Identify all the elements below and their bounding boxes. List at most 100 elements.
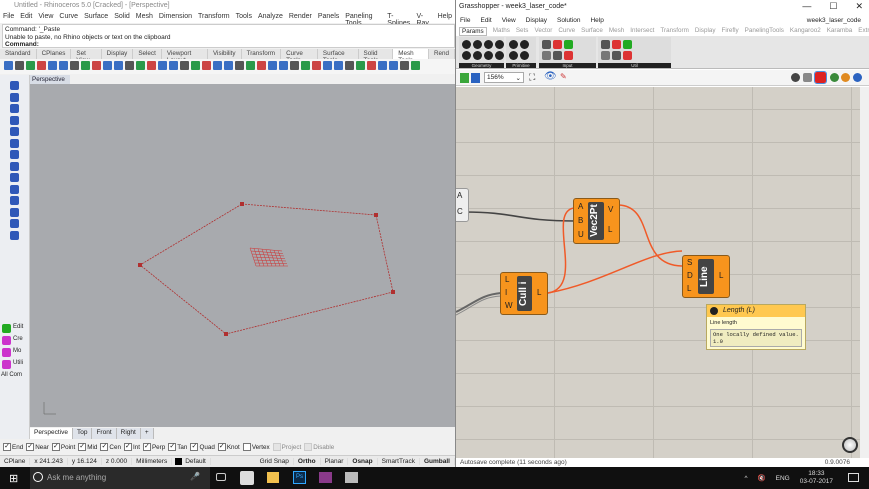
input-l[interactable]: L [505, 275, 509, 284]
side-command-0[interactable]: Edit [13, 324, 23, 330]
input-s[interactable]: S [687, 258, 692, 267]
line-component[interactable]: S D L Line L [682, 255, 730, 298]
mesh-tool-icon[interactable] [334, 61, 343, 70]
shape-tool-icon[interactable] [10, 230, 19, 240]
input-b[interactable]: B [578, 216, 583, 225]
side-command-4[interactable]: All Com [1, 372, 22, 378]
checkbox[interactable]: ✓ [217, 443, 226, 451]
mesh-tool-icon[interactable] [257, 61, 266, 70]
doc-name[interactable]: week3_laser_code [807, 17, 861, 24]
side-command-3[interactable]: Utili [13, 360, 23, 366]
layer-name[interactable]: Default [184, 458, 211, 465]
output-l[interactable]: L [719, 271, 723, 280]
osnap-near[interactable]: ✓ Near [26, 443, 49, 451]
param-icon[interactable] [564, 51, 573, 60]
status-toggle-ortho[interactable]: Ortho [294, 458, 321, 465]
status-toggle-grid-snap[interactable]: Grid Snap [256, 458, 294, 465]
osnap-point[interactable]: ✓ Point [51, 443, 75, 451]
menu-item-t-splines[interactable]: T-Splines [387, 13, 410, 27]
osnap-tan[interactable]: ✓ Tan [168, 443, 187, 451]
mesh-tool-icon[interactable] [114, 61, 123, 70]
param-icon[interactable] [484, 51, 493, 60]
shape-tool-icon[interactable] [10, 173, 19, 182]
mesh-tool-icon[interactable] [147, 61, 156, 70]
shape-tool-icon[interactable] [10, 92, 19, 102]
output-c[interactable]: C [457, 207, 463, 216]
mesh-tool-icon[interactable] [81, 61, 90, 70]
viewport-tab-front[interactable]: Front [92, 428, 117, 439]
status-toggle-gumball[interactable]: Gumball [420, 458, 455, 465]
input-w[interactable]: W [505, 301, 513, 310]
winrar-icon[interactable] [319, 472, 332, 483]
param-icon[interactable] [601, 40, 610, 49]
command-prompt[interactable]: Command: [5, 41, 39, 48]
gh-tab-maths[interactable]: Maths [493, 27, 510, 36]
input-u[interactable]: U [578, 230, 584, 239]
mesh-tool-icon[interactable] [389, 61, 398, 70]
checkbox[interactable]: ✓ [190, 443, 199, 451]
minimize-button[interactable]: — [802, 1, 811, 12]
mesh-tool-icon[interactable] [268, 61, 277, 70]
gh-tab-firefly[interactable]: Firefly [722, 27, 739, 36]
checkbox[interactable] [242, 443, 251, 451]
checkbox[interactable]: ✓ [3, 443, 11, 451]
chevron-up-icon[interactable]: ^ [745, 475, 748, 482]
checkbox[interactable]: ✓ [26, 443, 35, 451]
menu-item-view[interactable]: View [38, 13, 53, 22]
mesh-tool-icon[interactable] [290, 61, 299, 70]
mesh-tool-icon[interactable] [400, 61, 409, 70]
status-toggle-smarttrack[interactable]: SmartTrack [378, 458, 420, 465]
side-command-2[interactable]: Mo [13, 348, 21, 354]
menu-item-file[interactable]: File [3, 13, 14, 22]
mesh-tool-icon[interactable] [301, 61, 310, 70]
gh-menu-edit[interactable]: Edit [480, 17, 491, 24]
task-view-icon[interactable] [216, 473, 226, 481]
param-icon[interactable] [473, 51, 482, 60]
gh-tab-params[interactable]: Params [459, 27, 487, 36]
gh-tab-display[interactable]: Display [695, 27, 716, 36]
toolbar-tab-select[interactable]: Select [133, 49, 162, 59]
param-icon[interactable] [601, 51, 610, 60]
param-icon[interactable] [612, 51, 621, 60]
maximize-button[interactable]: ☐ [829, 1, 837, 12]
menu-item-dimension[interactable]: Dimension [159, 13, 192, 22]
checkbox[interactable]: ✓ [123, 443, 132, 451]
menu-item-solid[interactable]: Solid [114, 13, 130, 22]
osnap-quad[interactable]: ✓ Quad [190, 443, 215, 451]
gh-menu-solution[interactable]: Solution [557, 17, 581, 24]
mesh-tool-icon[interactable] [367, 61, 376, 70]
toolbar-tab-set-view[interactable]: Set View [71, 49, 102, 64]
gh-tab-kangaroo2[interactable]: Kangaroo2 [790, 27, 821, 36]
rhino-app-icon[interactable] [240, 471, 254, 485]
mesh-tool-icon[interactable] [59, 61, 68, 70]
shape-tool-icon[interactable] [10, 196, 19, 205]
mesh-tool-icon[interactable] [4, 61, 13, 70]
menu-item-edit[interactable]: Edit [20, 13, 32, 22]
mesh-tool-icon[interactable] [323, 61, 332, 70]
shape-tool-icon[interactable] [10, 127, 19, 136]
param-icon[interactable] [520, 51, 529, 60]
clock[interactable]: 18:33 03-07-2017 [800, 470, 833, 486]
param-icon[interactable] [462, 51, 471, 60]
mesh-tool-icon[interactable] [411, 61, 420, 70]
checkbox[interactable]: ✓ [168, 443, 177, 451]
mesh-tool-icon[interactable] [15, 61, 24, 70]
menu-item-mesh[interactable]: Mesh [136, 13, 153, 22]
mesh-tool-icon[interactable] [136, 61, 145, 70]
menu-item-curve[interactable]: Curve [59, 13, 78, 22]
ribbon-group-label[interactable]: Primitive [506, 63, 536, 68]
eye-icon[interactable]: 👁 [544, 71, 557, 82]
status-toggle-planar[interactable]: Planar [321, 458, 349, 465]
shaded-preview-icon[interactable] [814, 71, 827, 84]
param-icon[interactable] [495, 51, 504, 60]
input-a[interactable]: A [578, 202, 583, 211]
menu-item-paneling-tools[interactable]: Paneling Tools [345, 13, 381, 27]
checkbox[interactable]: ✓ [100, 443, 109, 451]
cplane-label[interactable]: CPlane [0, 458, 31, 465]
menu-item-render[interactable]: Render [289, 13, 312, 22]
osnap-cen[interactable]: ✓ Cen [100, 443, 121, 451]
shape-tool-icon[interactable] [10, 150, 19, 159]
osnap-end[interactable]: ✓ End [3, 443, 23, 451]
viewport-tab-perspective[interactable]: Perspective [30, 428, 73, 439]
cortana-search[interactable]: Ask me anything 🎤 [30, 467, 210, 489]
